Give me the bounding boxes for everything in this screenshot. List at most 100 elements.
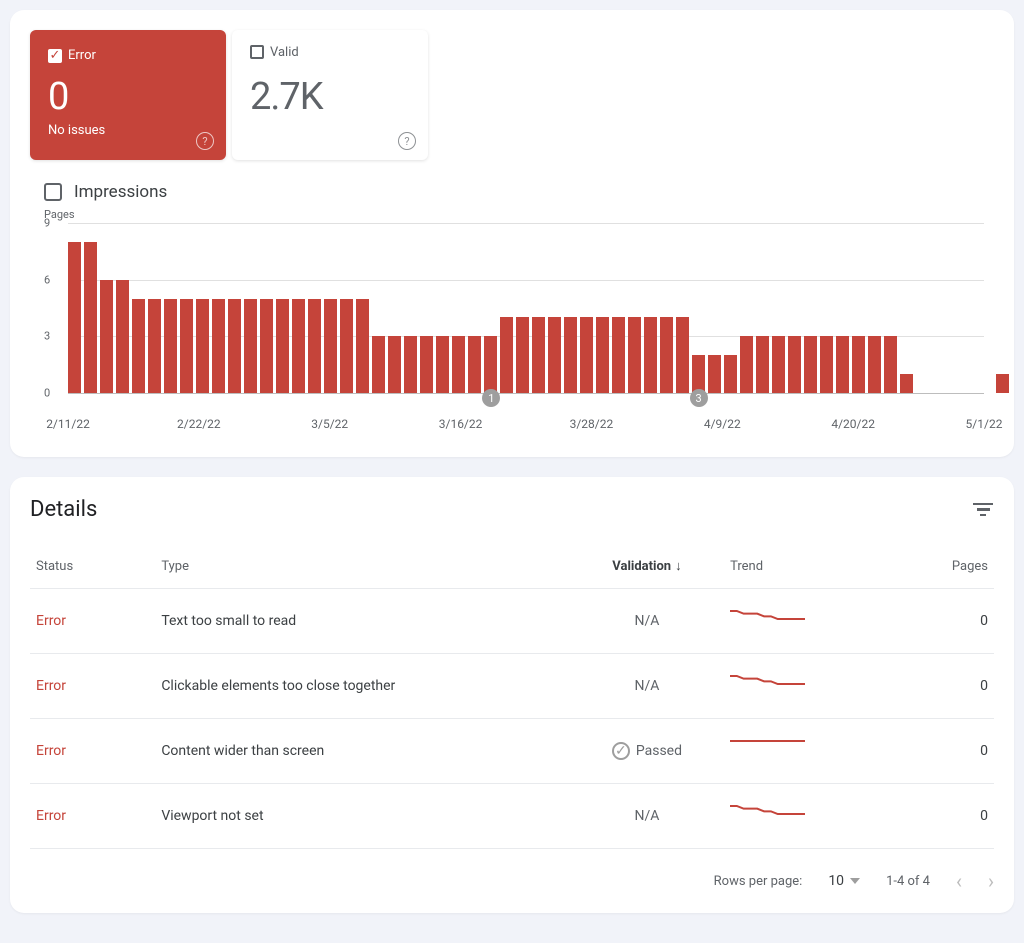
table-row[interactable]: ErrorContent wider than screen✓Passed0 (30, 719, 994, 784)
chart-bar[interactable] (740, 336, 753, 393)
overview-card: ✓ Error 0 No issues ? Valid 2.7K ? Impre… (10, 10, 1014, 457)
chart-bar[interactable] (580, 317, 593, 393)
chart-bar[interactable] (996, 374, 1009, 393)
chart-bar[interactable] (324, 299, 337, 393)
tile-error-label: Error (68, 48, 96, 63)
col-type[interactable]: Type (155, 544, 570, 589)
type-cell: Viewport not set (155, 784, 570, 849)
help-icon[interactable]: ? (196, 130, 214, 151)
tile-error[interactable]: ✓ Error 0 No issues ? (30, 30, 226, 160)
chart-bar[interactable] (340, 299, 353, 393)
chart-bar[interactable] (228, 299, 241, 393)
validation-cell: N/A (570, 589, 724, 654)
chart-bar[interactable] (692, 355, 705, 393)
chart-bar[interactable] (148, 299, 161, 393)
chart-bar[interactable] (564, 317, 577, 393)
dropdown-icon (850, 878, 860, 884)
chart-bar[interactable] (852, 336, 865, 393)
tile-error-sub: No issues (48, 123, 208, 138)
chart-bar[interactable] (660, 317, 673, 393)
pages-cell: 0 (898, 784, 994, 849)
chart-bar[interactable] (628, 317, 641, 393)
table-row[interactable]: ErrorText too small to readN/A 0 (30, 589, 994, 654)
chart-bar[interactable] (884, 336, 897, 393)
chart-bar[interactable] (452, 336, 465, 393)
chart-bar[interactable] (820, 336, 833, 393)
pages-cell: 0 (898, 589, 994, 654)
chart-bar[interactable] (308, 299, 321, 393)
status-cell: Error (30, 589, 155, 654)
validation-cell: N/A (570, 784, 724, 849)
x-tick: 2/22/22 (177, 417, 221, 431)
chart-marker[interactable]: 3 (690, 389, 708, 407)
validation-cell: ✓Passed (570, 719, 724, 784)
chart-bar[interactable] (532, 317, 545, 393)
chart-bar[interactable] (548, 317, 561, 393)
chart-bar[interactable] (132, 299, 145, 393)
chart-bar[interactable] (596, 317, 609, 393)
chart-bar[interactable] (900, 374, 913, 393)
chart-bar[interactable] (180, 299, 193, 393)
pagination: Rows per page: 10 1-4 of 4 ‹ › (30, 848, 994, 893)
chart-bar[interactable] (372, 336, 385, 393)
chart-bar[interactable] (116, 280, 129, 393)
table-row[interactable]: ErrorViewport not setN/A0 (30, 784, 994, 849)
prev-page-button[interactable]: ‹ (956, 869, 962, 893)
chart-bar[interactable] (788, 336, 801, 393)
chart-bar[interactable] (404, 336, 417, 393)
impressions-toggle[interactable]: Impressions (30, 172, 994, 208)
chart-bar[interactable] (676, 317, 689, 393)
chart-bar[interactable] (868, 336, 881, 393)
chart-bar[interactable] (804, 336, 817, 393)
x-tick: 4/20/22 (831, 417, 875, 431)
chart-bar[interactable] (100, 280, 113, 393)
chart-bar[interactable] (388, 336, 401, 393)
chart-bar[interactable] (724, 355, 737, 393)
chart-bar[interactable] (292, 299, 305, 393)
chart-bar[interactable] (356, 299, 369, 393)
help-icon[interactable]: ? (398, 130, 416, 151)
trend-cell (724, 589, 898, 654)
type-cell: Text too small to read (155, 589, 570, 654)
chart-bar[interactable] (420, 336, 433, 393)
col-pages[interactable]: Pages (898, 544, 994, 589)
chart: Pages 036913 2/11/222/22/223/5/223/16/22… (30, 208, 994, 437)
x-tick: 4/9/22 (704, 417, 741, 431)
chart-bar[interactable] (196, 299, 209, 393)
chart-bar[interactable] (68, 242, 81, 393)
chart-bar[interactable] (84, 242, 97, 393)
chart-bar[interactable] (164, 299, 177, 393)
chart-bar[interactable] (212, 299, 225, 393)
status-cell: Error (30, 719, 155, 784)
type-cell: Clickable elements too close together (155, 654, 570, 719)
filter-icon[interactable] (972, 503, 994, 517)
col-status[interactable]: Status (30, 544, 155, 589)
chart-marker[interactable]: 1 (482, 389, 500, 407)
trend-cell (724, 784, 898, 849)
chart-bar[interactable] (516, 317, 529, 393)
chart-bar[interactable] (836, 336, 849, 393)
chart-bar[interactable] (500, 317, 513, 393)
chart-bar[interactable] (244, 299, 257, 393)
chart-bar[interactable] (276, 299, 289, 393)
col-validation[interactable]: Validation↓ (570, 544, 724, 589)
checkbox-checked-icon: ✓ (48, 49, 62, 63)
tile-valid-value: 2.7K (250, 75, 410, 119)
chart-bar[interactable] (612, 317, 625, 393)
chart-bar[interactable] (644, 317, 657, 393)
rows-per-page-select[interactable]: 10 (828, 873, 860, 889)
chart-bar[interactable] (772, 336, 785, 393)
chart-bar[interactable] (468, 336, 481, 393)
chart-bar[interactable] (436, 336, 449, 393)
chart-bar[interactable] (708, 355, 721, 393)
chart-bar[interactable] (260, 299, 273, 393)
col-trend[interactable]: Trend (724, 544, 898, 589)
chart-bar[interactable] (484, 336, 497, 393)
y-tick: 3 (44, 330, 50, 343)
next-page-button[interactable]: › (988, 869, 994, 893)
chart-bar[interactable] (756, 336, 769, 393)
table-row[interactable]: ErrorClickable elements too close togeth… (30, 654, 994, 719)
tile-valid[interactable]: Valid 2.7K ? (232, 30, 428, 160)
details-table: Status Type Validation↓ Trend Pages Erro… (30, 544, 994, 848)
pages-cell: 0 (898, 719, 994, 784)
